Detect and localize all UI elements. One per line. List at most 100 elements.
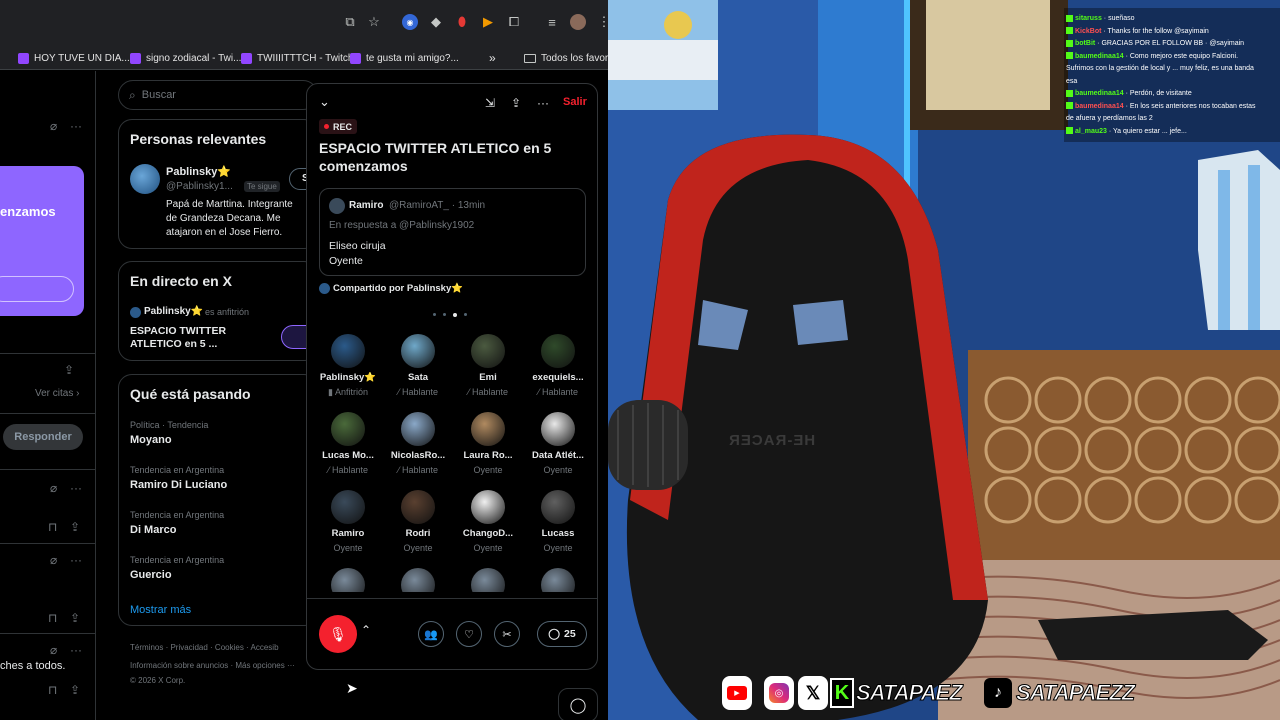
more-dots-icon[interactable]: ··· <box>70 553 82 567</box>
reading-list-icon[interactable]: ≡ <box>544 14 560 30</box>
grok-icon[interactable]: ⌀ <box>50 553 57 567</box>
footer-link[interactable]: Privacidad <box>170 643 207 652</box>
grok-icon[interactable]: ⌀ <box>50 481 57 495</box>
participant-avatar[interactable] <box>471 334 505 368</box>
bookmark-icon[interactable]: ⊓ <box>48 683 57 697</box>
participant-name[interactable]: Sata <box>383 372 453 383</box>
install-icon[interactable]: ⧉ <box>342 14 358 30</box>
host-suffix: es anfitrión <box>205 307 250 317</box>
carousel-dots[interactable] <box>433 313 467 317</box>
more-dots-icon[interactable]: ··· <box>70 643 82 657</box>
trend-item[interactable]: Di Marco <box>130 524 176 536</box>
bookmark-item[interactable]: te gusta mi amigo?... <box>350 50 459 66</box>
participant-avatar[interactable] <box>331 568 365 592</box>
extension-shield-icon[interactable]: ⬮ <box>454 14 470 30</box>
participant-name[interactable]: Ramiro <box>313 528 383 539</box>
participant-name[interactable]: Lucass <box>523 528 593 539</box>
bookmark-icon[interactable]: ⊓ <box>48 520 57 534</box>
promo-button[interactable] <box>0 276 74 302</box>
user-name[interactable]: Pablinsky⭐ <box>166 165 231 178</box>
messages-fab[interactable]: ◯ <box>558 688 598 720</box>
avatar[interactable] <box>130 164 160 194</box>
participant-avatar[interactable] <box>401 490 435 524</box>
share-icon[interactable]: ⇪ <box>511 96 521 110</box>
participant-avatar[interactable] <box>331 412 365 446</box>
extension-diamond-icon[interactable]: ◆ <box>428 14 444 30</box>
participant-role: ⁄ Hablante <box>397 387 439 397</box>
tweet-author[interactable]: Ramiro <box>349 200 383 211</box>
react-button[interactable]: ♡ <box>456 621 482 647</box>
participant-avatar[interactable] <box>471 490 505 524</box>
bookmark-icon[interactable]: ⊓ <box>48 611 57 625</box>
participant-avatar[interactable] <box>401 412 435 446</box>
participant-avatar[interactable] <box>541 334 575 368</box>
bookmark-label: signo zodiacal - Twi... <box>146 52 242 64</box>
participant-name[interactable]: ChangoD... <box>453 528 523 539</box>
participant-avatar[interactable] <box>401 334 435 368</box>
participant-avatar[interactable] <box>471 568 505 592</box>
trend-item[interactable]: Ramiro Di Luciano <box>130 479 227 491</box>
extensions-puzzle-icon[interactable]: ⧠ <box>506 14 522 30</box>
pinned-tweet[interactable]: Ramiro @RamiroAT_ · 13min En respuesta a… <box>319 188 586 276</box>
kick-handle: SATAPAEZ <box>856 680 964 706</box>
clip-button[interactable]: ✂ <box>494 621 520 647</box>
bookmark-item[interactable]: HOY TUVE UN DIA... <box>18 50 130 66</box>
grok-icon[interactable]: ⌀ <box>50 119 57 133</box>
footer-link[interactable]: Cookies <box>215 643 244 652</box>
bookmark-star-icon[interactable]: ☆ <box>366 14 382 30</box>
live-space-title[interactable]: ESPACIO TWITTER ATLETICO en 5 ... <box>130 325 240 351</box>
share-icon[interactable]: ⇪ <box>64 363 74 377</box>
host-name[interactable]: Pablinsky⭐ <box>144 306 203 317</box>
participant-name[interactable]: Rodri <box>383 528 453 539</box>
footer-ads-info[interactable]: Información sobre anuncios · Más opcione… <box>130 661 295 670</box>
mic-muted-button[interactable]: 🎙 <box>319 615 357 653</box>
share-icon[interactable]: ⇪ <box>70 683 80 697</box>
search-input[interactable]: Buscar <box>142 89 176 101</box>
participant-name[interactable]: Data Atlét... <box>523 450 593 461</box>
more-dots-icon[interactable]: ··· <box>70 481 82 495</box>
footer-link[interactable]: Términos <box>130 643 163 652</box>
participant-name[interactable]: exequiels... <box>523 372 593 383</box>
promo-card[interactable]: enzamos <box>0 166 84 316</box>
search-box[interactable]: ⌕ Buscar <box>118 80 318 110</box>
profile-avatar-icon[interactable] <box>570 14 586 30</box>
trend-item[interactable]: Guercio <box>130 569 172 581</box>
participant-avatar[interactable] <box>541 412 575 446</box>
chat-text: · Thanks for the follow @sayimain <box>1101 27 1209 35</box>
participant-name[interactable]: NicolasRo... <box>383 450 453 461</box>
participant-avatar[interactable] <box>471 412 505 446</box>
minimize-icon[interactable]: ⇲ <box>485 96 495 110</box>
participant-avatar[interactable] <box>401 568 435 592</box>
chat-message: al_mau23 · Ya quiero estar ... jefe... <box>1066 127 1187 136</box>
reply-button[interactable]: Responder <box>3 424 83 450</box>
user-handle: @Pablinsky1... <box>166 181 233 192</box>
bookmark-item[interactable]: signo zodiacal - Twi... <box>130 50 241 66</box>
more-dots-icon[interactable]: ··· <box>537 96 549 110</box>
extension-play-icon[interactable]: ▶ <box>480 14 496 30</box>
more-dots-icon[interactable]: ··· <box>70 119 82 133</box>
participant-avatar[interactable] <box>541 490 575 524</box>
participant-name[interactable]: Pablinsky⭐ <box>313 372 383 383</box>
rec-label: REC <box>333 121 353 132</box>
participant-name[interactable]: Emi <box>453 372 523 383</box>
participant-avatar[interactable] <box>541 568 575 592</box>
participants-button[interactable]: 👥 <box>418 621 444 647</box>
trend-item[interactable]: Moyano <box>130 434 172 446</box>
bookmark-item[interactable]: TWIIIITTTCH - Twitch <box>241 50 353 66</box>
participant-name[interactable]: Lucas Mo... <box>313 450 383 461</box>
footer-link[interactable]: Accesib <box>251 643 279 652</box>
show-more-link[interactable]: Mostrar más <box>130 604 191 616</box>
extension-icon[interactable]: ◉ <box>402 14 418 30</box>
bookmarks-overflow-button[interactable]: » <box>489 50 496 66</box>
share-icon[interactable]: ⇪ <box>70 520 80 534</box>
participant-name[interactable]: Laura Ro... <box>453 450 523 461</box>
view-quotes-link[interactable]: Ver citas › <box>35 388 79 399</box>
chevron-up-icon[interactable]: ⌃ <box>361 623 371 637</box>
grok-icon[interactable]: ⌀ <box>50 643 57 657</box>
participant-avatar[interactable] <box>331 334 365 368</box>
comments-button[interactable]: ◯ 25 <box>537 621 587 647</box>
leave-button[interactable]: Salir <box>563 96 587 108</box>
share-icon[interactable]: ⇪ <box>70 611 80 625</box>
participant-avatar[interactable] <box>331 490 365 524</box>
collapse-chevron-icon[interactable]: ⌄ <box>319 94 330 110</box>
